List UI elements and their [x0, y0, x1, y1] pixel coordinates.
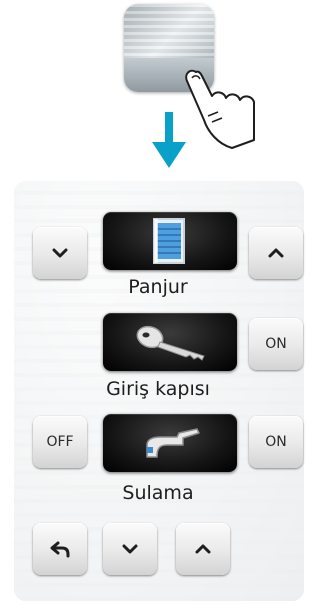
shutter-device-button[interactable]: [103, 212, 237, 270]
bottom-down-button[interactable]: [103, 523, 157, 575]
door-on-button[interactable]: ON: [249, 318, 303, 370]
faucet-icon: [146, 428, 200, 458]
irrigation-off-button[interactable]: OFF: [33, 416, 87, 468]
tap-finger-icon: [185, 69, 255, 149]
chevron-down-icon: [122, 544, 138, 554]
back-arrow-icon: [50, 541, 70, 558]
chevron-up-icon: [268, 248, 284, 258]
irrigation-device-button[interactable]: [103, 414, 237, 472]
back-button[interactable]: [33, 523, 87, 575]
door-device-button[interactable]: [103, 313, 237, 371]
irrigation-label: Sulama: [122, 482, 194, 504]
key-icon: [136, 325, 205, 361]
window-shutter-icon: [153, 218, 185, 264]
bottom-up-button[interactable]: [176, 523, 230, 575]
chevron-down-icon: [52, 248, 68, 258]
shutter-down-button[interactable]: [33, 227, 87, 279]
irrigation-on-button[interactable]: ON: [249, 416, 303, 468]
shutter-up-button[interactable]: [249, 227, 303, 279]
arrow-down-icon: [152, 112, 186, 168]
door-label: Giriş kapısı: [106, 378, 210, 400]
chevron-up-icon: [195, 544, 211, 554]
shutter-label: Panjur: [128, 276, 188, 298]
